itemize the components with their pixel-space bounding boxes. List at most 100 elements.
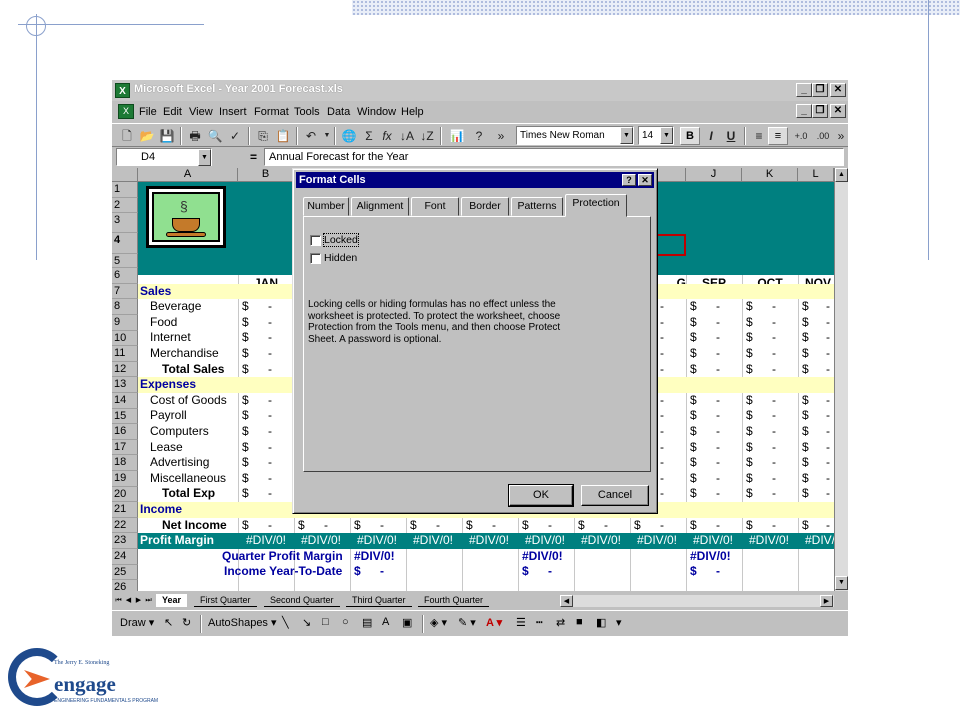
- row-header[interactable]: 2: [112, 197, 138, 214]
- row-header[interactable]: 4: [112, 233, 138, 255]
- menu-data[interactable]: Data: [327, 106, 350, 118]
- copy-icon[interactable]: ⎘: [254, 127, 272, 145]
- oval-icon[interactable]: ○: [342, 616, 349, 628]
- prev-sheet-icon[interactable]: ◀: [124, 595, 133, 607]
- row-header[interactable]: 9: [112, 315, 138, 331]
- row-header[interactable]: 5: [112, 254, 138, 269]
- clip-art-icon[interactable]: ▣: [402, 616, 412, 629]
- more-buttons-icon[interactable]: ▾: [616, 616, 622, 629]
- row-header[interactable]: 14: [112, 393, 138, 409]
- shadow-icon[interactable]: ■: [576, 616, 583, 628]
- menu-window[interactable]: Window: [357, 106, 396, 118]
- column-header-a[interactable]: A: [138, 168, 238, 182]
- menu-insert[interactable]: Insert: [219, 106, 247, 118]
- arrow-style-icon[interactable]: ⇄: [556, 616, 565, 629]
- last-sheet-icon[interactable]: ⏭: [144, 595, 153, 607]
- vertical-scrollbar[interactable]: ▲ ▼: [834, 168, 848, 591]
- row-header[interactable]: 7: [112, 283, 138, 300]
- row-header[interactable]: 22: [112, 517, 138, 534]
- row-header[interactable]: 10: [112, 330, 138, 347]
- minimize-button[interactable]: _: [796, 83, 812, 97]
- hidden-checkbox[interactable]: [310, 253, 321, 264]
- increase-decimal-icon[interactable]: +.0: [792, 127, 810, 145]
- excel-app-icon[interactable]: X: [115, 83, 130, 98]
- hyperlink-icon[interactable]: 🌐: [340, 127, 358, 145]
- wordart-icon[interactable]: A: [382, 616, 389, 628]
- tab-patterns[interactable]: Patterns: [511, 197, 563, 216]
- open-icon[interactable]: 📂: [138, 127, 156, 145]
- autosum-icon[interactable]: Σ: [360, 127, 378, 145]
- scroll-up-icon[interactable]: ▲: [835, 168, 848, 182]
- menu-edit[interactable]: Edit: [163, 106, 182, 118]
- row-header[interactable]: 6: [112, 268, 138, 284]
- row-header[interactable]: 26: [112, 580, 138, 591]
- column-header-b[interactable]: B: [238, 168, 294, 182]
- rectangle-icon[interactable]: □: [322, 616, 329, 628]
- sheet-tab-third-quarter[interactable]: Third Quarter: [346, 594, 412, 607]
- doc-close-button[interactable]: ✕: [830, 104, 846, 118]
- ok-button[interactable]: OK: [508, 484, 574, 507]
- menu-help[interactable]: Help: [401, 106, 424, 118]
- tab-font[interactable]: Font: [411, 197, 459, 216]
- row-header[interactable]: 20: [112, 486, 138, 503]
- tab-number[interactable]: Number: [303, 197, 349, 216]
- cancel-button[interactable]: Cancel: [581, 485, 649, 506]
- select-all-corner[interactable]: [112, 168, 138, 182]
- chevron-down-icon[interactable]: ▼: [660, 127, 673, 144]
- chevron-down-icon[interactable]: ▼: [620, 127, 633, 144]
- hidden-label[interactable]: Hidden: [324, 252, 357, 264]
- line-icon[interactable]: ╲: [282, 616, 289, 629]
- row-header[interactable]: 24: [112, 549, 138, 565]
- row-header[interactable]: 16: [112, 424, 138, 440]
- chart-wizard-icon[interactable]: 📊: [448, 127, 466, 145]
- document-icon[interactable]: X: [118, 104, 134, 119]
- restore-button[interactable]: ❐: [812, 83, 828, 97]
- tab-border[interactable]: Border: [461, 197, 509, 216]
- sheet-tab-second-quarter[interactable]: Second Quarter: [264, 594, 340, 607]
- bold-button[interactable]: B: [680, 127, 700, 145]
- more-buttons-icon[interactable]: »: [492, 127, 510, 145]
- 3d-icon[interactable]: ◧: [596, 616, 606, 629]
- row-header[interactable]: 18: [112, 455, 138, 471]
- row-header[interactable]: 21: [112, 502, 138, 518]
- text-box-icon[interactable]: ▤: [362, 616, 372, 629]
- arrow-icon[interactable]: ↘: [302, 616, 311, 629]
- next-sheet-icon[interactable]: ▶: [134, 595, 143, 607]
- line-color-icon[interactable]: ✎ ▾: [458, 616, 476, 629]
- sheet-tab-fourth-quarter[interactable]: Fourth Quarter: [418, 594, 490, 607]
- locked-label[interactable]: Locked: [323, 233, 359, 247]
- dialog-close-button[interactable]: ✕: [638, 174, 652, 186]
- row-header[interactable]: 19: [112, 471, 138, 487]
- coffee-logo[interactable]: §: [146, 186, 226, 248]
- underline-button[interactable]: U: [722, 127, 740, 145]
- row-header[interactable]: 11: [112, 346, 138, 362]
- spelling-icon[interactable]: ✓: [226, 127, 244, 145]
- menu-format[interactable]: Format: [254, 106, 289, 118]
- paste-icon[interactable]: 📋: [274, 127, 292, 145]
- row-header[interactable]: 25: [112, 564, 138, 581]
- new-icon[interactable]: 🗋: [118, 127, 136, 145]
- row-header[interactable]: 13: [112, 377, 138, 393]
- horizontal-scrollbar[interactable]: ◀ ▶: [560, 595, 834, 607]
- scroll-down-icon[interactable]: ▼: [835, 576, 848, 590]
- draw-menu-button[interactable]: Draw ▾: [120, 616, 154, 629]
- row-header[interactable]: 12: [112, 361, 138, 378]
- print-preview-icon[interactable]: 🔍: [206, 127, 224, 145]
- name-box[interactable]: D4 ▼: [116, 148, 212, 166]
- sort-descending-icon[interactable]: ↓Z: [418, 127, 436, 145]
- line-style-icon[interactable]: ☰: [516, 616, 526, 629]
- font-color-icon[interactable]: A ▾: [486, 616, 502, 629]
- function-icon[interactable]: fx: [378, 127, 396, 145]
- row-header[interactable]: 3: [112, 213, 138, 234]
- row-header[interactable]: 8: [112, 299, 138, 315]
- scroll-right-icon[interactable]: ▶: [820, 595, 833, 607]
- menu-file[interactable]: File: [139, 106, 157, 118]
- column-header-j[interactable]: J: [686, 168, 742, 182]
- row-header[interactable]: 23: [112, 533, 138, 549]
- sheet-tab-year[interactable]: Year: [156, 594, 188, 607]
- align-center-icon[interactable]: ≡: [768, 127, 788, 145]
- menu-view[interactable]: View: [189, 106, 213, 118]
- font-name-select[interactable]: Times New Roman ▼: [516, 126, 634, 145]
- font-size-select[interactable]: 14 ▼: [638, 126, 674, 145]
- more-buttons-icon[interactable]: »: [832, 127, 848, 145]
